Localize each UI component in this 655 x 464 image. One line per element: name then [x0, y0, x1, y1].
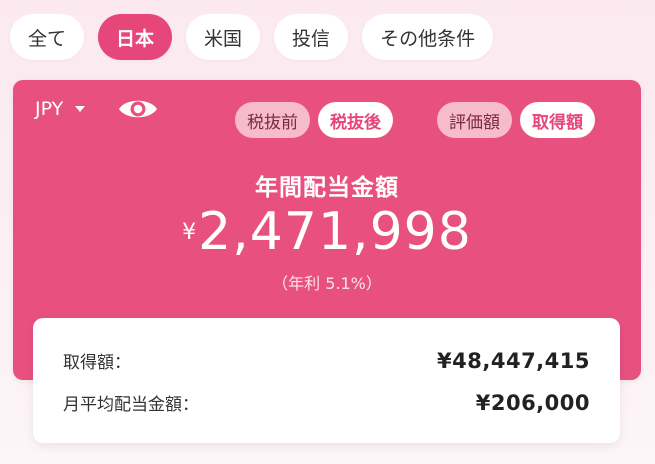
amount-value: 2,471,998 [198, 202, 472, 262]
acquisition-button[interactable]: 取得額 [520, 102, 595, 138]
monthly-average-label: 月平均配当金額： [63, 395, 199, 415]
after-tax-button[interactable]: 税抜後 [318, 102, 393, 138]
tab-other-conditions[interactable]: その他条件 [362, 14, 494, 60]
annual-dividend-amount: ¥2,471,998 [13, 202, 641, 262]
basis-toggle: 評価額 取得額 [437, 102, 595, 138]
acquisition-label: 取得額： [63, 353, 131, 373]
currency-label: JPY [35, 98, 64, 120]
tab-funds[interactable]: 投信 [274, 14, 349, 60]
summary-row-monthly: 月平均配当金額： ¥206,000 [63, 390, 590, 416]
pre-tax-button[interactable]: 税抜前 [235, 102, 310, 138]
acquisition-value: ¥48,447,415 [437, 348, 590, 373]
tab-japan[interactable]: 日本 [98, 14, 173, 60]
annual-yield: （年利 5.1%） [272, 274, 382, 293]
chevron-down-icon [75, 106, 86, 112]
currency-selector[interactable]: JPY [35, 98, 86, 120]
acquisition-summary-panel: 取得額： ¥48,447,415 月平均配当金額： ¥206,000 [33, 318, 620, 443]
summary-row-acquisition: 取得額： ¥48,447,415 [63, 348, 590, 374]
tab-us[interactable]: 米国 [186, 14, 261, 60]
tab-all[interactable]: 全て [10, 14, 85, 60]
market-filter-tabs: 全て 日本 米国 投信 その他条件 [10, 14, 494, 60]
tax-toggle: 税抜前 税抜後 [235, 102, 393, 138]
yen-symbol: ¥ [182, 220, 197, 245]
valuation-button[interactable]: 評価額 [437, 102, 512, 138]
eye-icon[interactable] [117, 94, 159, 124]
monthly-average-value: ¥206,000 [475, 390, 590, 415]
annual-dividend-title: 年間配当金額 [255, 175, 399, 201]
